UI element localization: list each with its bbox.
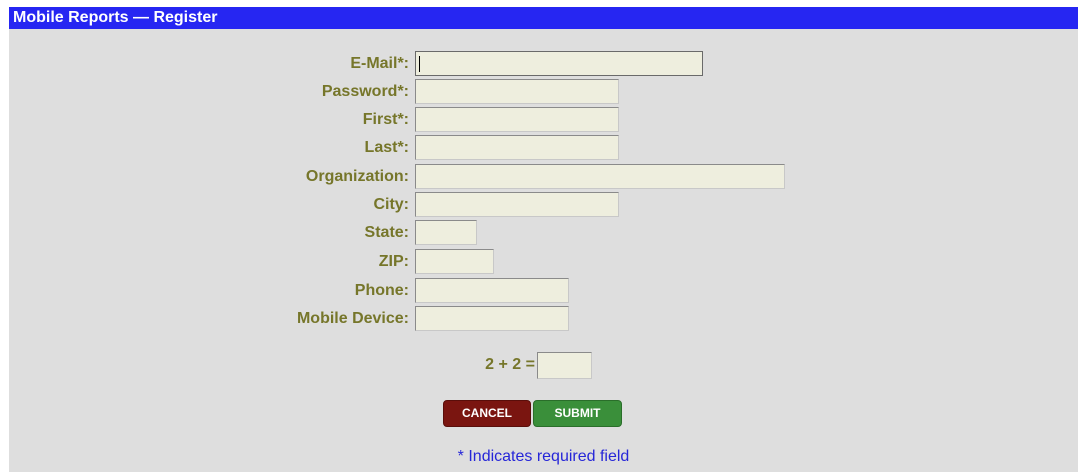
- last-name-label: Last*:: [364, 139, 409, 156]
- zip-label: ZIP:: [378, 253, 409, 270]
- captcha-field[interactable]: [537, 352, 592, 379]
- mobile-device-field[interactable]: [415, 306, 569, 331]
- cancel-button[interactable]: CANCEL: [443, 400, 531, 427]
- last-name-field[interactable]: [415, 135, 619, 160]
- organization-row: Organization:: [9, 164, 1078, 189]
- password-label: Password*:: [321, 83, 409, 100]
- email-row: E-Mail*:: [9, 51, 1078, 76]
- required-field-note: * Indicates required field: [457, 448, 630, 465]
- organization-label: Organization:: [305, 168, 409, 185]
- state-label: State:: [364, 224, 409, 241]
- city-row: City:: [9, 192, 1078, 217]
- password-field[interactable]: [415, 79, 619, 104]
- phone-label: Phone:: [354, 282, 409, 299]
- register-panel: Mobile Reports — Register E-Mail*: Passw…: [9, 7, 1078, 472]
- organization-field[interactable]: [415, 164, 785, 189]
- password-row: Password*:: [9, 79, 1078, 104]
- email-label: E-Mail*:: [350, 55, 409, 72]
- submit-button[interactable]: SUBMIT: [533, 400, 622, 427]
- page-title: Mobile Reports — Register: [9, 7, 1078, 29]
- first-name-row: First*:: [9, 107, 1078, 132]
- phone-field[interactable]: [415, 278, 569, 303]
- state-field[interactable]: [415, 220, 477, 245]
- city-field[interactable]: [415, 192, 619, 217]
- captcha-question: 2 + 2 =: [485, 356, 535, 373]
- first-name-field[interactable]: [415, 107, 619, 132]
- text-caret: [419, 56, 420, 72]
- phone-row: Phone:: [9, 278, 1078, 303]
- last-name-row: Last*:: [9, 135, 1078, 160]
- mobile-device-row: Mobile Device:: [9, 306, 1078, 331]
- mobile-device-label: Mobile Device:: [296, 310, 409, 327]
- zip-row: ZIP:: [9, 249, 1078, 274]
- first-name-label: First*:: [362, 111, 409, 128]
- email-field[interactable]: [415, 51, 703, 76]
- city-label: City:: [373, 196, 409, 213]
- state-row: State:: [9, 220, 1078, 245]
- zip-field[interactable]: [415, 249, 494, 274]
